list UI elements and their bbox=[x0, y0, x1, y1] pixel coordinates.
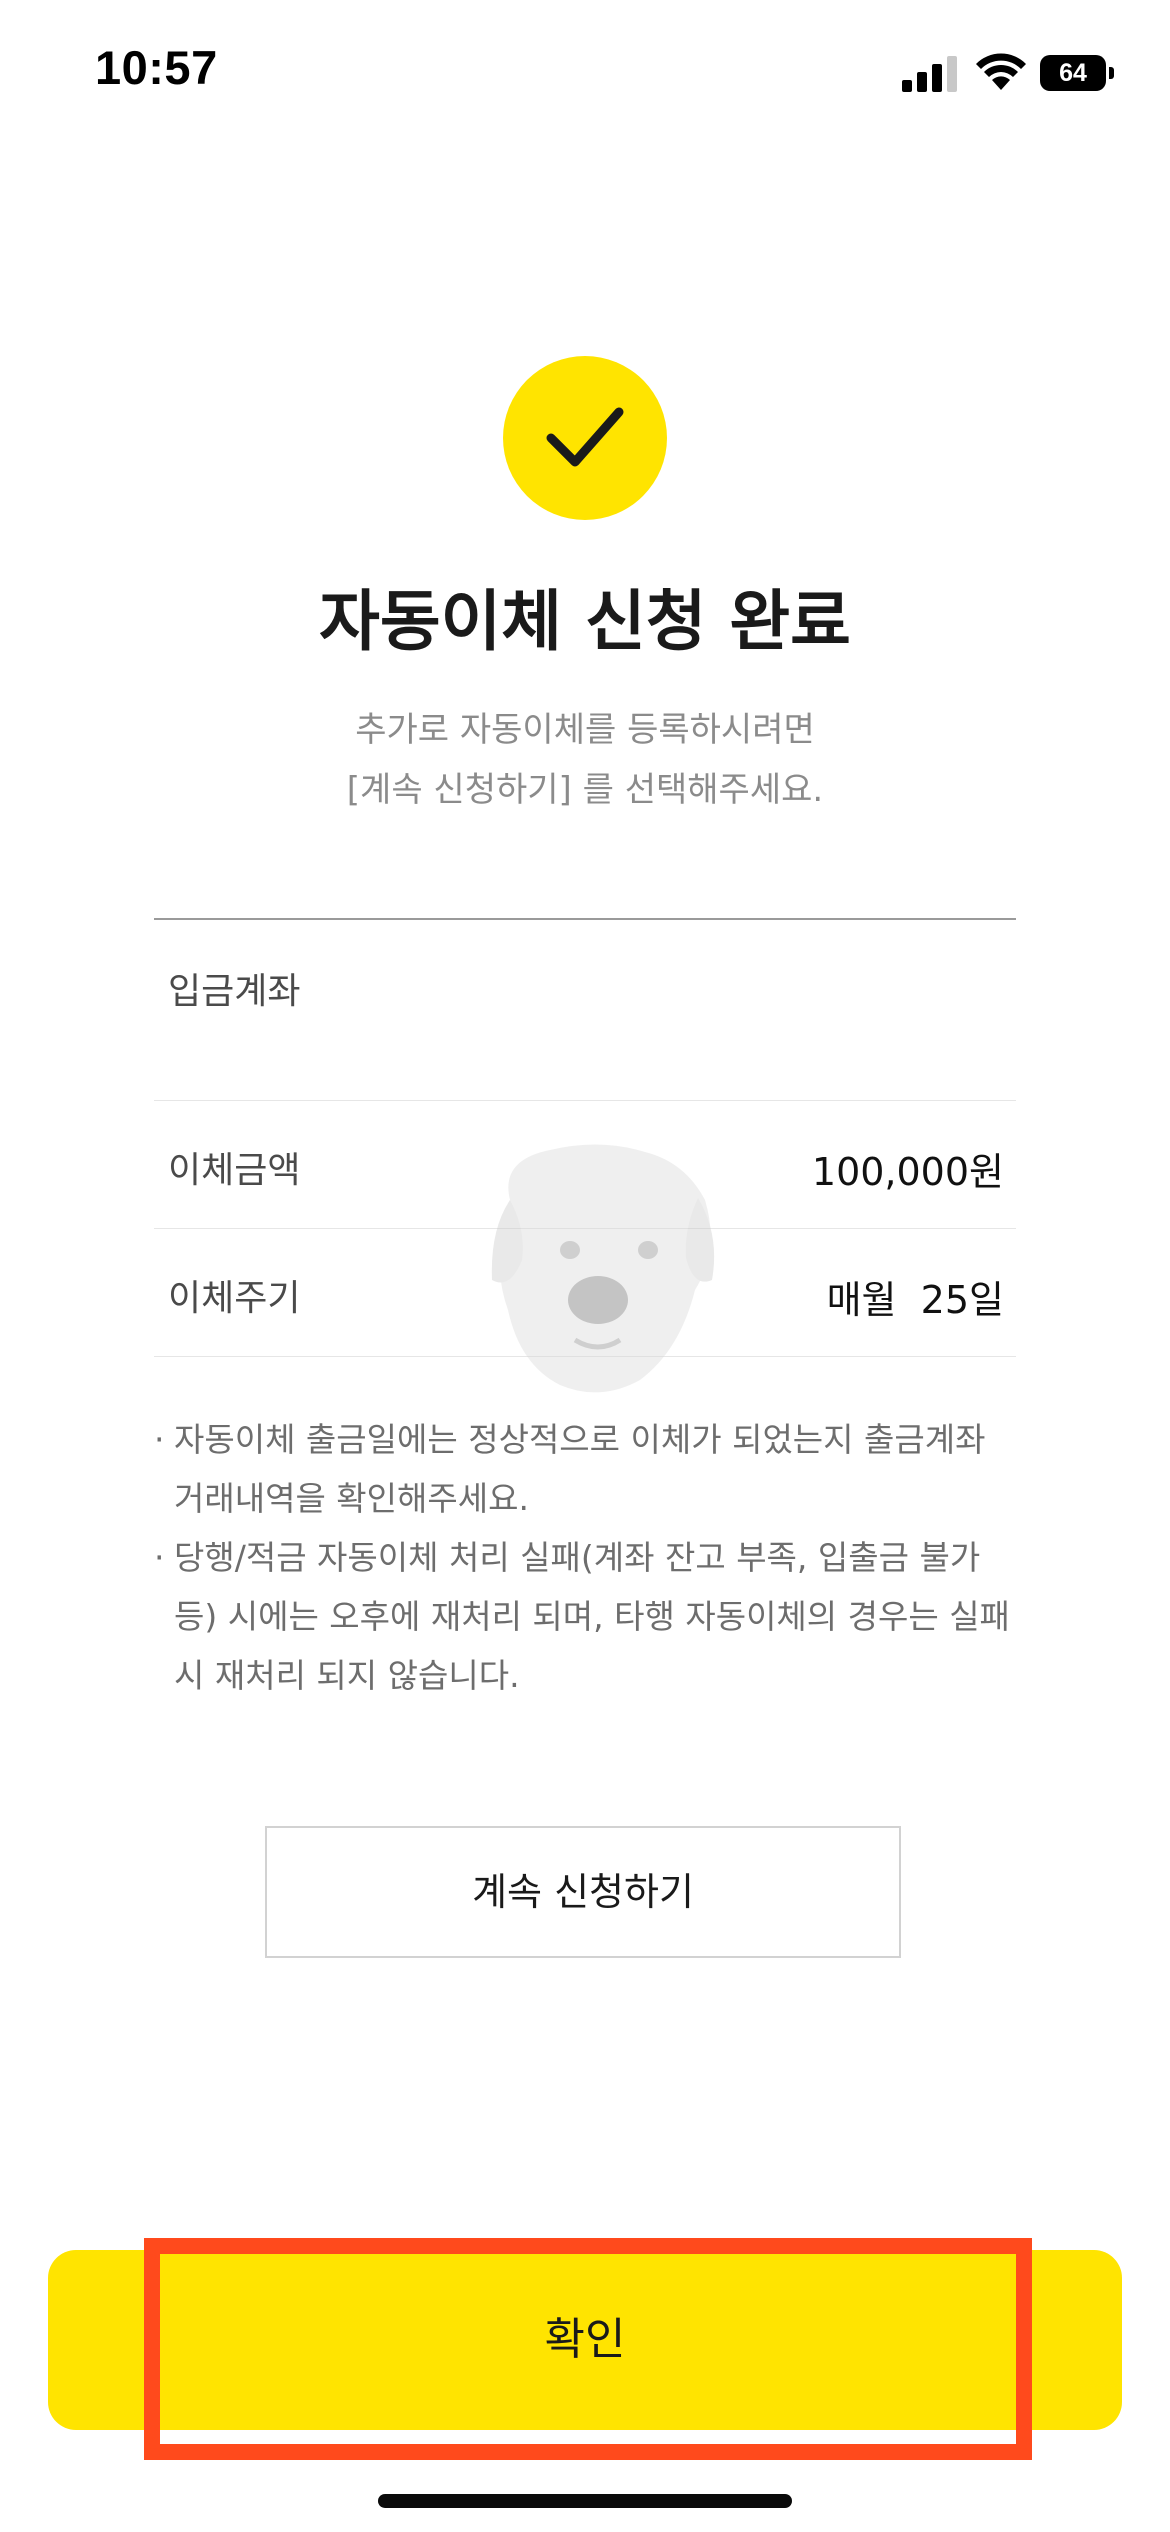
notice-item-1: · 자동이체 출금일에는 정상적으로 이체가 되었는지 출금계좌 거래내역을 확… bbox=[154, 1410, 1014, 1528]
wifi-icon bbox=[976, 53, 1026, 90]
cellular-signal-icon bbox=[902, 56, 957, 92]
notice-text-1: 자동이체 출금일에는 정상적으로 이체가 되었는지 출금계좌 거래내역을 확인해… bbox=[174, 1420, 986, 1518]
notice-text-2: 당행/적금 자동이체 처리 실패(계좌 잔고 부족, 입출금 불가 등) 시에는… bbox=[174, 1538, 1010, 1695]
confirm-button[interactable]: 확인 bbox=[48, 2250, 1122, 2430]
check-icon bbox=[546, 407, 624, 467]
page-subtitle: 추가로 자동이체를 등록하시려면 [계속 신청하기] 를 선택해주세요. bbox=[0, 700, 1170, 820]
notice-list: · 자동이체 출금일에는 정상적으로 이체가 되었는지 출금계좌 거래내역을 확… bbox=[154, 1410, 1014, 1705]
continue-apply-button[interactable]: 계속 신청하기 bbox=[265, 1826, 901, 1958]
deposit-account-label: 입금계좌 bbox=[168, 971, 301, 1012]
success-check-badge bbox=[503, 356, 667, 520]
battery-indicator: 64 bbox=[1040, 55, 1115, 91]
transfer-cycle-label: 이체주기 bbox=[168, 1278, 301, 1319]
subtitle-line-2: [계속 신청하기] 를 선택해주세요. bbox=[346, 770, 824, 810]
transfer-cycle-value: 매월 25일 bbox=[826, 1278, 1004, 1322]
subtitle-line-1: 추가로 자동이체를 등록하시려면 bbox=[355, 710, 815, 750]
status-time: 10:57 bbox=[95, 41, 218, 94]
battery-tip bbox=[1109, 67, 1114, 79]
dog-watermark-image bbox=[491, 1144, 715, 1393]
deposit-account-row: 입금계좌 bbox=[154, 920, 1016, 1101]
page-title: 자동이체 신청 완료 bbox=[319, 583, 851, 660]
transfer-amount-label: 이체금액 bbox=[168, 1150, 301, 1191]
status-bar: 10:57 64 bbox=[0, 0, 1170, 150]
battery-level: 64 bbox=[1040, 55, 1106, 91]
notice-bullet: · bbox=[154, 1538, 165, 1577]
transfer-amount-value: 100,000원 bbox=[811, 1150, 1004, 1194]
notice-item-2: · 당행/적금 자동이체 처리 실패(계좌 잔고 부족, 입출금 불가 등) 시… bbox=[154, 1528, 1014, 1705]
home-indicator[interactable] bbox=[378, 2494, 792, 2508]
notice-bullet: · bbox=[154, 1420, 165, 1459]
